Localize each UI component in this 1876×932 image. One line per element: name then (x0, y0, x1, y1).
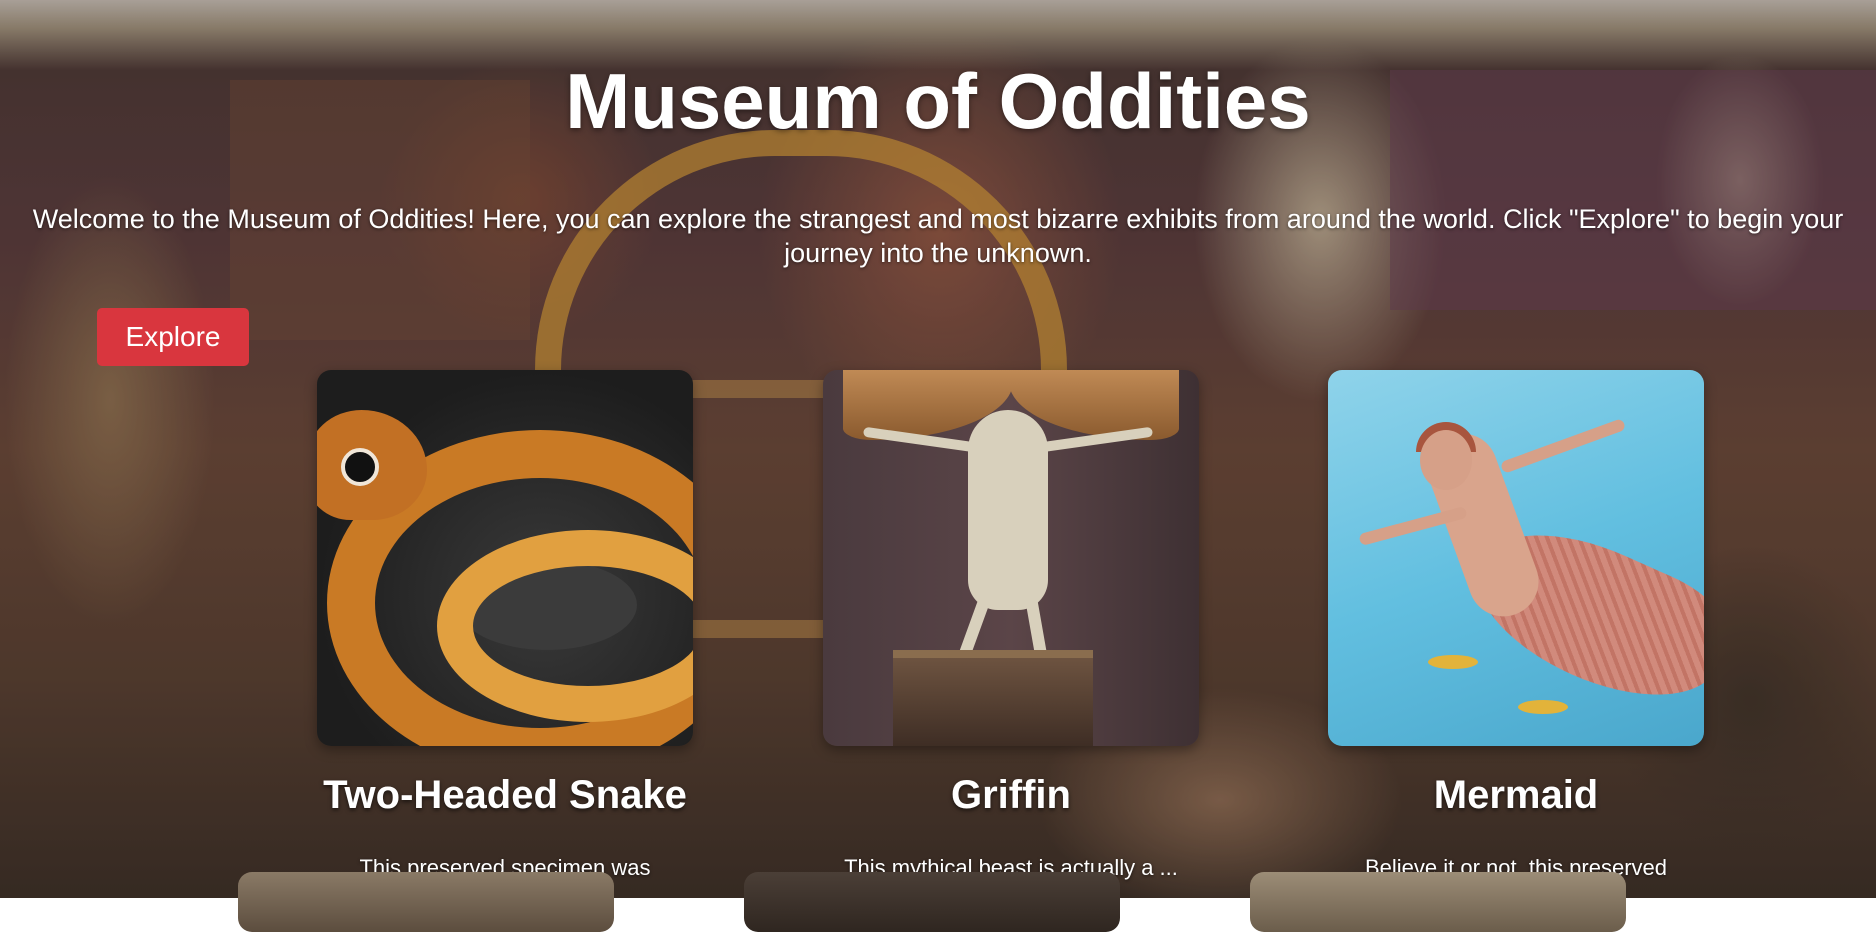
main-content: Museum of Oddities Welcome to the Museum… (0, 0, 1876, 932)
exhibit-card-next-row[interactable] (1250, 872, 1626, 932)
exhibit-card-next-row[interactable] (238, 872, 614, 932)
griffin-body (968, 410, 1048, 610)
exhibit-title: Two-Headed Snake (323, 773, 687, 817)
exhibit-title: Griffin (951, 773, 1071, 817)
exhibit-title: Mermaid (1433, 773, 1599, 817)
chest-box (893, 650, 1093, 746)
intro-text: Welcome to the Museum of Oddities! Here,… (32, 204, 1844, 268)
exhibit-card[interactable]: Mermaid Believe it or not, this preserve… (1328, 370, 1704, 908)
explore-button[interactable]: Explore (97, 308, 249, 366)
fish-shape (1428, 655, 1478, 669)
exhibit-card-next-row[interactable] (744, 872, 1120, 932)
snake-image[interactable] (317, 370, 693, 746)
snake-eye (341, 448, 379, 486)
griffin-image[interactable] (823, 370, 1199, 746)
mermaid-image[interactable] (1328, 370, 1704, 746)
fish-shape (1518, 700, 1568, 714)
exhibit-card[interactable]: Two-Headed Snake This preserved specimen… (317, 370, 693, 908)
page-title: Museum of Oddities (565, 57, 1311, 145)
exhibit-card[interactable]: Griffin This mythical beast is actually … (823, 370, 1199, 908)
arm-shape (1499, 418, 1627, 474)
mermaid-head (1420, 430, 1472, 490)
